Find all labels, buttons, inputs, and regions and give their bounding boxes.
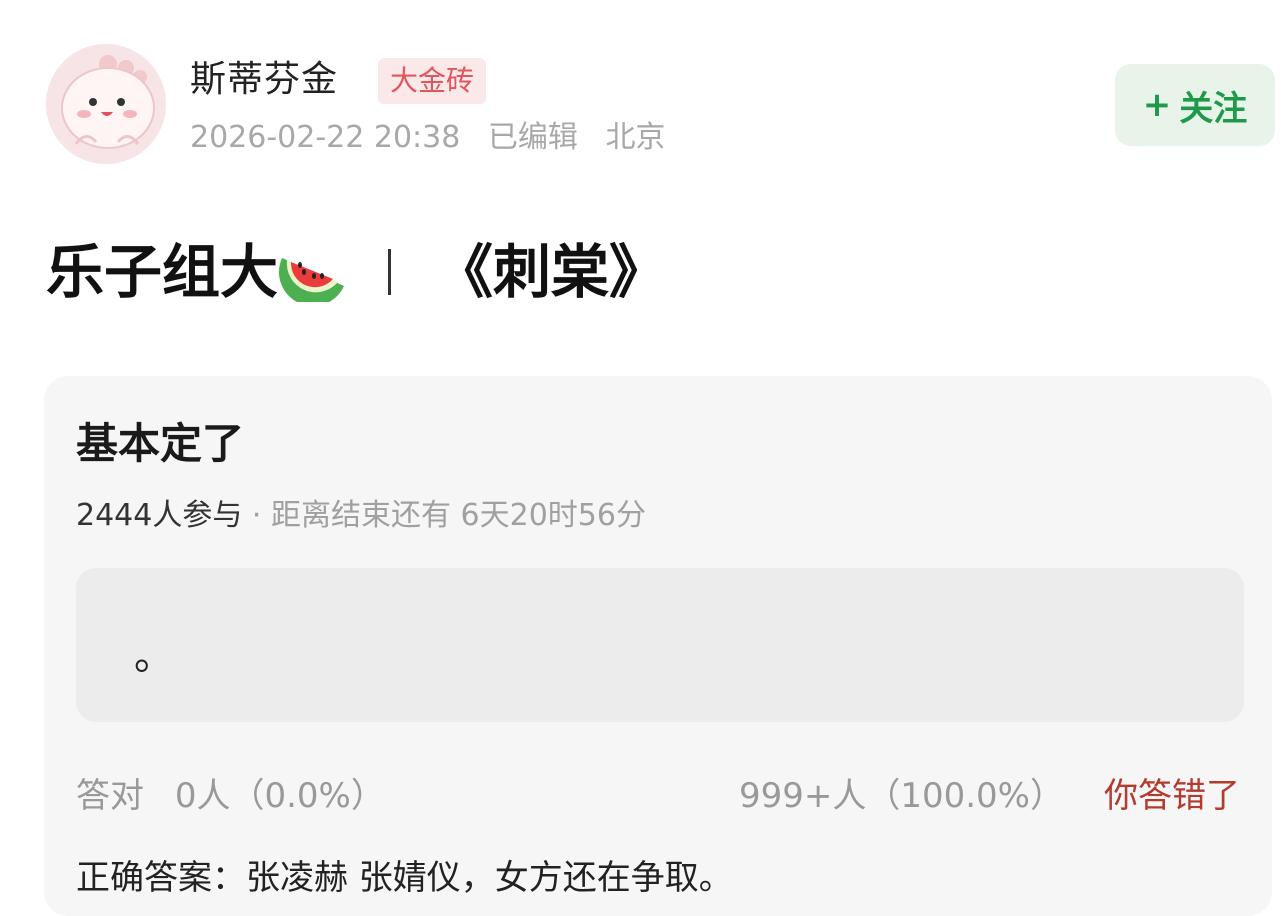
participant-count: 2444人参与	[76, 498, 243, 533]
correct-count: 0人（0.0%）	[174, 776, 385, 816]
post-meta: 2026-02-22 20:38 已编辑 北京	[190, 118, 683, 158]
follow-label: 关注	[1179, 88, 1248, 129]
quiz-deadline: 距离结束还有 6天20时56分	[271, 498, 646, 533]
user-level-badge: 大金砖	[378, 58, 487, 104]
edited-label: 已编辑	[487, 120, 578, 155]
wrong-count: 999+人（100.0%）	[738, 776, 1064, 816]
post-timestamp: 2026-02-22 20:38	[190, 120, 461, 155]
post-title-left: 乐子组大	[46, 238, 279, 306]
quiz-stats: 2444人参与 · 距离结束还有 6天20时56分	[76, 496, 646, 536]
quiz-option[interactable]	[76, 568, 1244, 722]
wrong-result: 999+人（100.0%） 你答错了	[739, 774, 1240, 818]
avatar[interactable]	[46, 44, 166, 164]
quiz-title: 基本定了	[76, 419, 245, 468]
watermelon-icon	[278, 242, 348, 307]
post-title: 乐子组大 《刺棠》	[46, 232, 667, 312]
quiz-option-label: 。	[134, 633, 174, 679]
wrong-answer-label: 你答错了	[1104, 776, 1240, 816]
title-divider	[388, 249, 392, 295]
quiz-card: 基本定了 2444人参与 · 距离结束还有 6天20时56分 。 答对 0人（0…	[44, 376, 1272, 916]
follow-button[interactable]: + 关注	[1115, 64, 1275, 146]
correct-answer: 正确答案：张凌赫 张婧仪，女方还在争取。	[76, 858, 733, 898]
correct-label: 答对	[76, 776, 144, 816]
plus-icon: +	[1142, 85, 1172, 125]
post-title-right: 《刺棠》	[435, 238, 668, 306]
post-location: 北京	[605, 120, 666, 155]
correct-result: 答对 0人（0.0%）	[76, 774, 385, 818]
stats-separator: ·	[251, 498, 262, 533]
cartoon-avatar-icon	[46, 44, 166, 164]
author-name[interactable]: 斯蒂芬金	[190, 58, 338, 102]
